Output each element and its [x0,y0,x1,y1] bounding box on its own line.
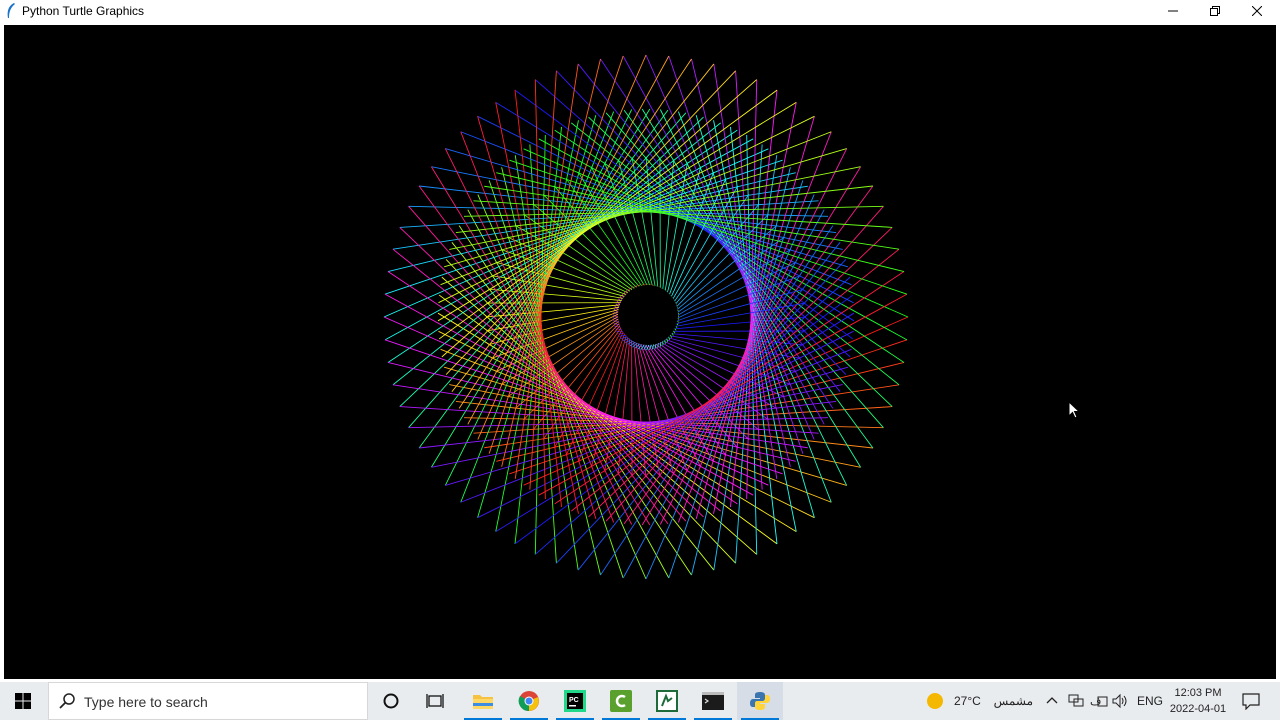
terminal-button[interactable] [690,682,736,720]
network-icon[interactable] [1068,693,1084,709]
taskbar-clock[interactable]: 12:03 PM 2022-04-01 [1166,685,1230,717]
mouse-cursor-icon [1068,401,1081,419]
windows-logo-icon [15,693,31,709]
svg-text:PC: PC [569,697,579,704]
chrome-button[interactable] [506,682,552,720]
search-placeholder: Type here to search [84,694,208,710]
spirograph-center [618,285,678,345]
restore-icon [1210,6,1220,16]
window-title: Python Turtle Graphics [22,4,145,18]
search-icon [59,693,75,709]
terminal-icon [702,692,724,710]
language-indicator[interactable]: ENG [1137,694,1163,708]
title-bar[interactable]: Python Turtle Graphics [0,0,1280,22]
chrome-icon [518,691,539,712]
turtle-canvas[interactable] [4,25,1276,679]
taskbar: Type here to search PC 27°C مشمس ف ENG 1… [0,682,1280,720]
task-view-icon [426,694,444,708]
file-explorer-button[interactable] [460,682,506,720]
camtasia-icon [610,690,632,712]
python-icon [750,692,770,710]
clock-date: 2022-04-01 [1169,703,1227,715]
python-button[interactable] [737,682,783,720]
close-button[interactable] [1234,0,1280,22]
weather-condition[interactable]: مشمس [987,694,1033,708]
volume-icon[interactable] [1112,693,1130,709]
restore-button[interactable] [1192,0,1238,22]
clock-time: 12:03 PM [1174,687,1222,699]
app-button[interactable] [644,682,690,720]
sun-icon [927,693,943,709]
pycharm-icon: PC [564,690,586,712]
task-view-button[interactable] [412,682,458,720]
start-button[interactable] [0,682,46,720]
file-explorer-icon [473,695,493,709]
ime-icon[interactable]: ف [1090,693,1108,709]
pycharm-button[interactable]: PC [552,682,598,720]
notifications-icon[interactable] [1242,692,1260,710]
weather-temperature[interactable]: 27°C [954,694,981,708]
minimize-icon [1168,10,1178,12]
app-icon [656,690,678,712]
cortana-icon [383,693,399,709]
taskbar-search-box[interactable]: Type here to search [48,682,368,720]
turtle-window-body [0,22,1280,682]
camtasia-button[interactable] [598,682,644,720]
cortana-button[interactable] [368,682,414,720]
spirograph-drawing [383,54,909,580]
chevron-up-icon[interactable] [1046,696,1058,704]
close-icon [1252,6,1262,16]
feather-icon [7,3,15,18]
minimize-button[interactable] [1150,0,1196,22]
